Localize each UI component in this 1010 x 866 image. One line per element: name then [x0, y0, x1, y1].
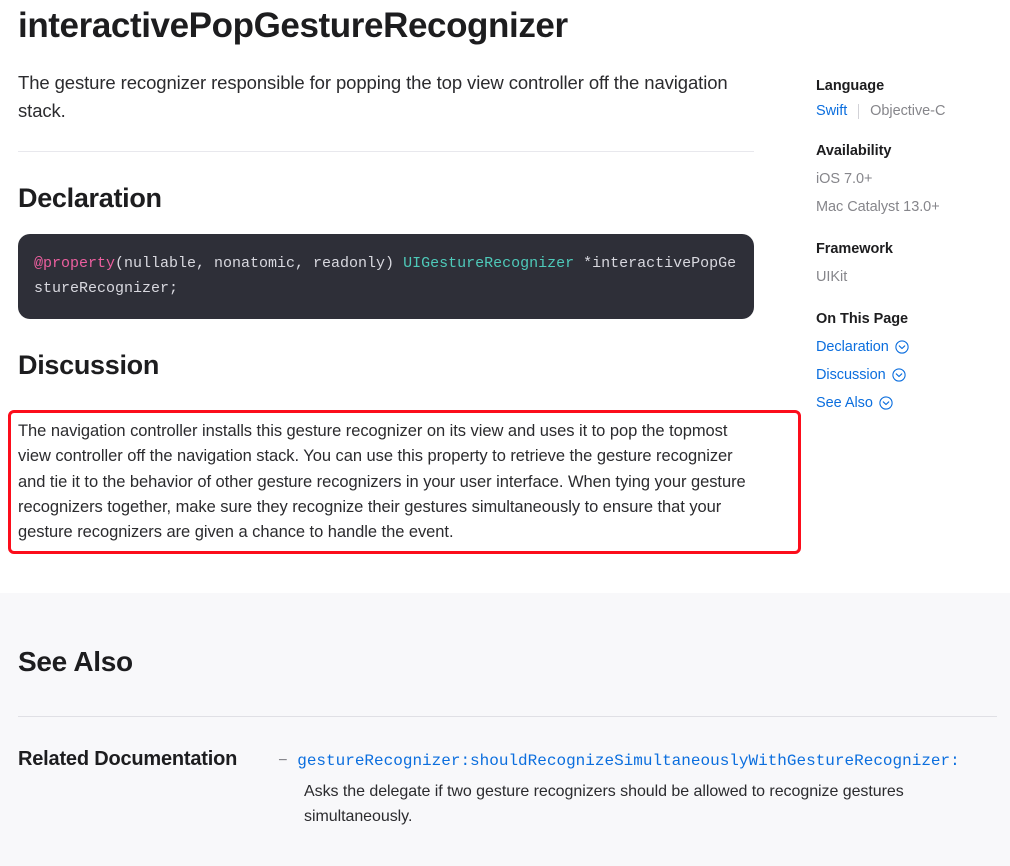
language-toggle[interactable]: Swift Objective-C — [816, 103, 1001, 119]
framework-value: UIKit — [816, 269, 848, 285]
sidebar-framework-title: Framework — [816, 241, 893, 257]
on-this-page-link-declaration[interactable]: Declaration — [816, 337, 889, 357]
chevron-down-circle-icon[interactable] — [879, 396, 893, 410]
availability-mac-catalyst: Mac Catalyst 13.0+ — [816, 199, 940, 215]
language-option-swift[interactable]: Swift — [816, 103, 847, 119]
see-also-divider — [18, 716, 997, 717]
code-token-params: (nullable, nonatomic, readonly) — [115, 255, 404, 272]
page-title: interactivePopGestureRecognizer — [18, 6, 568, 45]
discussion-paragraph: The navigation controller installs this … — [18, 422, 746, 542]
sidebar-group-availability: Availability iOS 7.0+ Mac Catalyst 13.0+ — [816, 141, 1001, 217]
on-this-page-item-discussion[interactable]: Discussion — [816, 365, 1001, 385]
content-region: interactivePopGestureRecognizer The gest… — [0, 0, 1010, 593]
related-documentation-link[interactable]: gestureRecognizer:shouldRecognizeSimulta… — [297, 752, 960, 770]
availability-ios: iOS 7.0+ — [816, 171, 873, 187]
availability-row: iOS 7.0+ — [816, 169, 1001, 189]
declaration-heading: Declaration — [18, 183, 162, 213]
code-token-type: UIGestureRecognizer — [403, 255, 575, 272]
language-option-objective-c[interactable]: Objective-C — [870, 103, 945, 119]
sidebar-on-this-page-title: On This Page — [816, 311, 909, 327]
see-also-region: See Also Related Documentation − gesture… — [0, 593, 1010, 866]
sidebar-group-framework: Framework UIKit — [816, 239, 1001, 287]
chevron-down-circle-icon[interactable] — [891, 368, 906, 382]
see-also-heading: See Also — [18, 646, 133, 677]
sidebar-language-title: Language — [816, 78, 885, 94]
availability-row: Mac Catalyst 13.0+ — [816, 197, 1001, 217]
on-this-page-item-see-also[interactable]: See Also — [816, 393, 1001, 413]
main-content-column: interactivePopGestureRecognizer The gest… — [18, 0, 754, 382]
framework-row: UIKit — [816, 267, 1001, 287]
related-documentation-label: Related Documentation — [18, 748, 238, 770]
on-this-page-link-discussion[interactable]: Discussion — [816, 365, 886, 385]
language-separator — [858, 103, 860, 119]
documentation-page: interactivePopGestureRecognizer The gest… — [0, 0, 1010, 866]
metadata-sidebar: Language Swift Objective-C Availability … — [816, 76, 1001, 435]
related-documentation-description: Asks the delegate if two gesture recogni… — [304, 783, 904, 825]
code-token-attribute: @property — [34, 255, 116, 272]
discussion-heading: Discussion — [18, 350, 160, 380]
sidebar-availability-title: Availability — [816, 143, 892, 159]
page-abstract: The gesture recognizer responsible for p… — [18, 72, 728, 121]
chevron-down-circle-icon[interactable] — [895, 340, 909, 354]
on-this-page-item-declaration[interactable]: Declaration — [816, 337, 1001, 357]
declaration-code-block: @property(nullable, nonatomic, readonly)… — [18, 234, 754, 319]
related-link-line: − gestureRecognizer:shouldRecognizeSimul… — [278, 748, 988, 774]
related-documentation-body: − gestureRecognizer:shouldRecognizeSimul… — [278, 748, 988, 829]
method-type-dash: − — [278, 752, 288, 770]
on-this-page-link-see-also[interactable]: See Also — [816, 393, 873, 413]
discussion-body: The navigation controller installs this … — [18, 419, 758, 545]
sidebar-group-on-this-page: On This Page Declaration Discussion See … — [816, 309, 1001, 413]
sidebar-group-language: Language Swift Objective-C — [816, 76, 1001, 119]
